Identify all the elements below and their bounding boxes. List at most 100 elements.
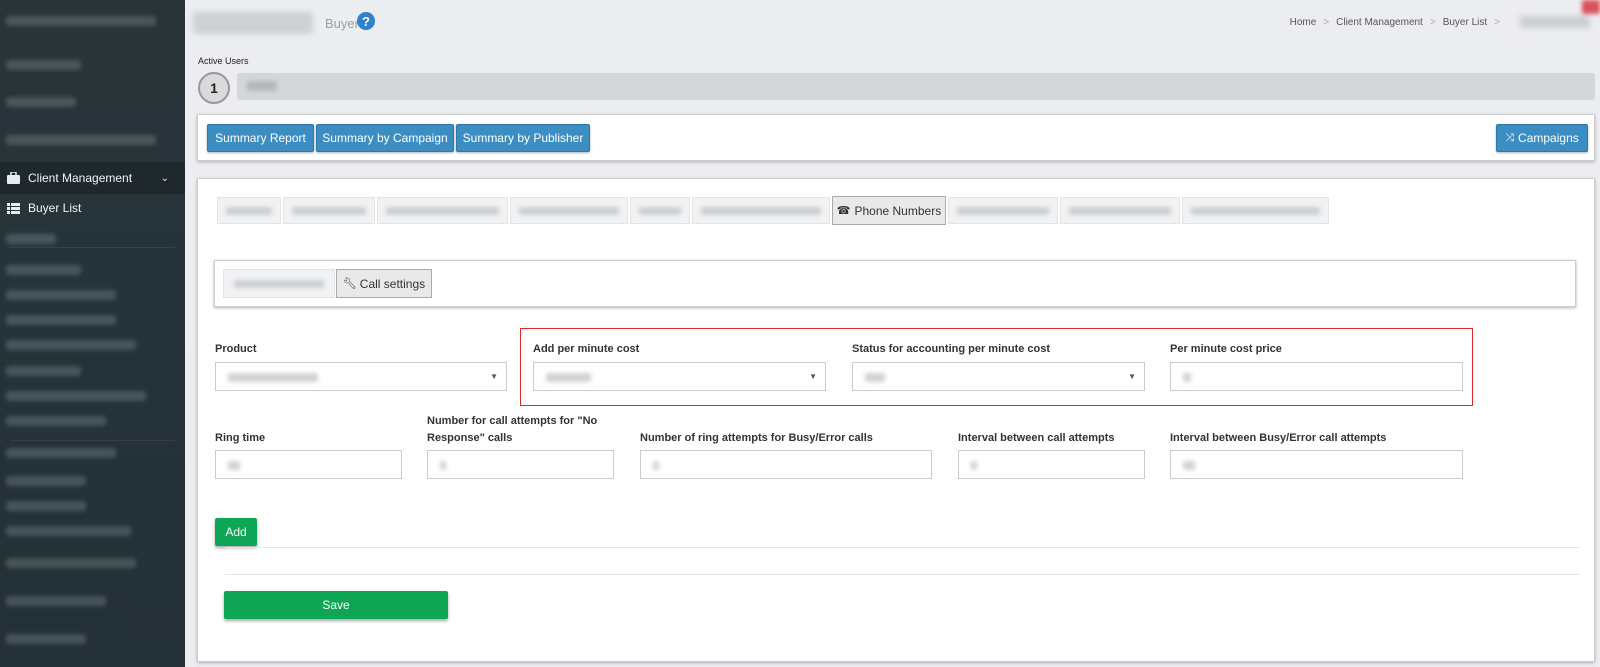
sidebar-item-blurred[interactable]	[6, 60, 81, 70]
tab-blurred[interactable]	[377, 197, 508, 224]
caret-down-icon: ▼	[490, 372, 498, 381]
summary-report-button[interactable]: Summary Report	[207, 124, 314, 152]
subtab-blurred[interactable]	[223, 269, 335, 298]
add-per-minute-cost-value	[546, 373, 591, 382]
tab-blurred[interactable]	[1182, 197, 1329, 224]
page-title: Buyer	[325, 16, 359, 31]
caret-down-icon: ▼	[809, 372, 817, 381]
main-panel	[197, 178, 1595, 662]
sidebar-item-client-management[interactable]: Client Management ⌄	[0, 162, 185, 194]
interval-busy-value	[1183, 461, 1195, 470]
add-per-minute-cost-label: Add per minute cost	[533, 343, 640, 355]
busy-error-attempts-input[interactable]	[640, 450, 932, 479]
status-accounting-value	[865, 373, 885, 382]
divider	[225, 574, 1580, 575]
shuffle-icon: ⤨	[1505, 131, 1515, 144]
chevron-down-icon: ⌄	[160, 172, 169, 184]
sidebar-item-blurred[interactable]	[6, 526, 131, 536]
product-select[interactable]: ▼	[215, 362, 507, 391]
subtab-call-settings[interactable]: 🔧︎ Call settings	[336, 269, 432, 298]
sidebar-item-blurred[interactable]	[6, 234, 56, 244]
briefcase-icon	[6, 171, 20, 185]
sidebar-item-blurred[interactable]	[6, 366, 81, 376]
interval-value	[971, 461, 977, 470]
save-button[interactable]: Save	[224, 591, 448, 619]
interval-busy-input[interactable]	[1170, 450, 1463, 479]
sidebar-item-blurred[interactable]	[6, 416, 106, 426]
sidebar: Client Management ⌄ Buyer List	[0, 0, 185, 667]
interval-input[interactable]	[958, 450, 1145, 479]
sidebar-item-blurred[interactable]	[6, 97, 76, 107]
interval-busy-label: Interval between Busy/Error call attempt…	[1170, 432, 1387, 444]
campaigns-button-label: Campaigns	[1518, 131, 1579, 145]
ring-time-label: Ring time	[215, 432, 266, 444]
ring-time-input[interactable]	[215, 450, 402, 479]
sidebar-item-blurred[interactable]	[6, 290, 116, 300]
app-logo	[193, 12, 313, 34]
breadcrumb-separator: >	[1323, 17, 1330, 28]
ring-time-value	[228, 461, 240, 470]
status-accounting-label: Status for accounting per minute cost	[852, 343, 1051, 355]
tab-blurred[interactable]	[692, 197, 830, 224]
no-response-attempts-label: Number for call attempts for "No Respons…	[427, 415, 598, 444]
status-accounting-select[interactable]: ▼	[852, 362, 1145, 391]
sidebar-brand	[6, 16, 156, 26]
summary-by-campaign-button[interactable]: Summary by Campaign	[316, 124, 454, 152]
tab-blurred[interactable]	[630, 197, 690, 224]
sidebar-item-blurred[interactable]	[6, 634, 86, 644]
campaigns-button[interactable]: ⤨ Campaigns	[1496, 124, 1588, 152]
summary-by-publisher-button[interactable]: Summary by Publisher	[456, 124, 590, 152]
breadcrumb-home[interactable]: Home	[1290, 17, 1317, 28]
active-users-bar	[237, 73, 1595, 100]
per-minute-cost-price-label: Per minute cost price	[1170, 343, 1282, 355]
sidebar-item-blurred[interactable]	[6, 558, 136, 568]
interval-label: Interval between call attempts	[958, 432, 1115, 444]
sidebar-divider	[10, 440, 175, 441]
breadcrumb-separator: >	[1429, 17, 1436, 28]
breadcrumb-client-management[interactable]: Client Management	[1336, 17, 1423, 28]
sidebar-item-blurred[interactable]	[6, 596, 106, 606]
tab-blurred[interactable]	[1060, 197, 1180, 224]
tab-label: Phone Numbers	[854, 203, 942, 218]
add-per-minute-cost-select[interactable]: ▼	[533, 362, 826, 391]
notification-badge[interactable]	[1582, 0, 1600, 14]
tab-blurred[interactable]	[510, 197, 628, 224]
sidebar-item-blurred[interactable]	[6, 340, 136, 350]
subtab-panel: 🔧︎ Call settings	[214, 260, 1576, 307]
product-value	[228, 373, 318, 382]
sidebar-item-blurred[interactable]	[6, 135, 156, 145]
sidebar-item-label: Client Management	[28, 171, 133, 185]
per-minute-cost-price-input[interactable]	[1170, 362, 1463, 391]
no-response-attempts-input[interactable]	[427, 450, 614, 479]
breadcrumb-current	[1520, 16, 1590, 28]
tab-phone-numbers[interactable]: ☎ Phone Numbers	[832, 196, 946, 225]
tab-blurred[interactable]	[283, 197, 375, 224]
active-users-count: 1	[198, 72, 230, 104]
list-icon	[6, 201, 20, 215]
sidebar-item-blurred[interactable]	[6, 476, 86, 486]
breadcrumb-buyer-list[interactable]: Buyer List	[1443, 17, 1487, 28]
subtab-label: Call settings	[359, 276, 426, 291]
active-users-label: Active Users	[198, 56, 249, 66]
sidebar-item-blurred[interactable]	[6, 265, 81, 275]
sidebar-item-blurred[interactable]	[6, 391, 146, 401]
sidebar-item-buyer-list[interactable]: Buyer List	[0, 192, 185, 224]
sidebar-item-blurred[interactable]	[6, 448, 116, 458]
per-minute-cost-price-value	[1183, 373, 1191, 382]
phone-icon: ☎	[836, 205, 851, 217]
busy-error-attempts-label: Number of ring attempts for Busy/Error c…	[640, 432, 873, 444]
tab-blurred[interactable]	[948, 197, 1058, 224]
sidebar-item-blurred[interactable]	[6, 315, 116, 325]
tab-blurred[interactable]	[217, 197, 281, 224]
caret-down-icon: ▼	[1128, 372, 1136, 381]
active-user-name	[247, 81, 277, 91]
product-label: Product	[215, 343, 257, 355]
add-button[interactable]: Add	[215, 518, 257, 546]
sidebar-item-label: Buyer List	[28, 201, 82, 215]
top-header: Buyer ? Home > Client Management > Buyer…	[185, 0, 1600, 50]
breadcrumb: Home > Client Management > Buyer List >	[1290, 17, 1500, 28]
report-toolbar: Summary Report Summary by Campaign Summa…	[197, 114, 1595, 161]
breadcrumb-separator: >	[1494, 17, 1500, 28]
sidebar-item-blurred[interactable]	[6, 501, 86, 511]
help-icon[interactable]: ?	[357, 12, 375, 30]
